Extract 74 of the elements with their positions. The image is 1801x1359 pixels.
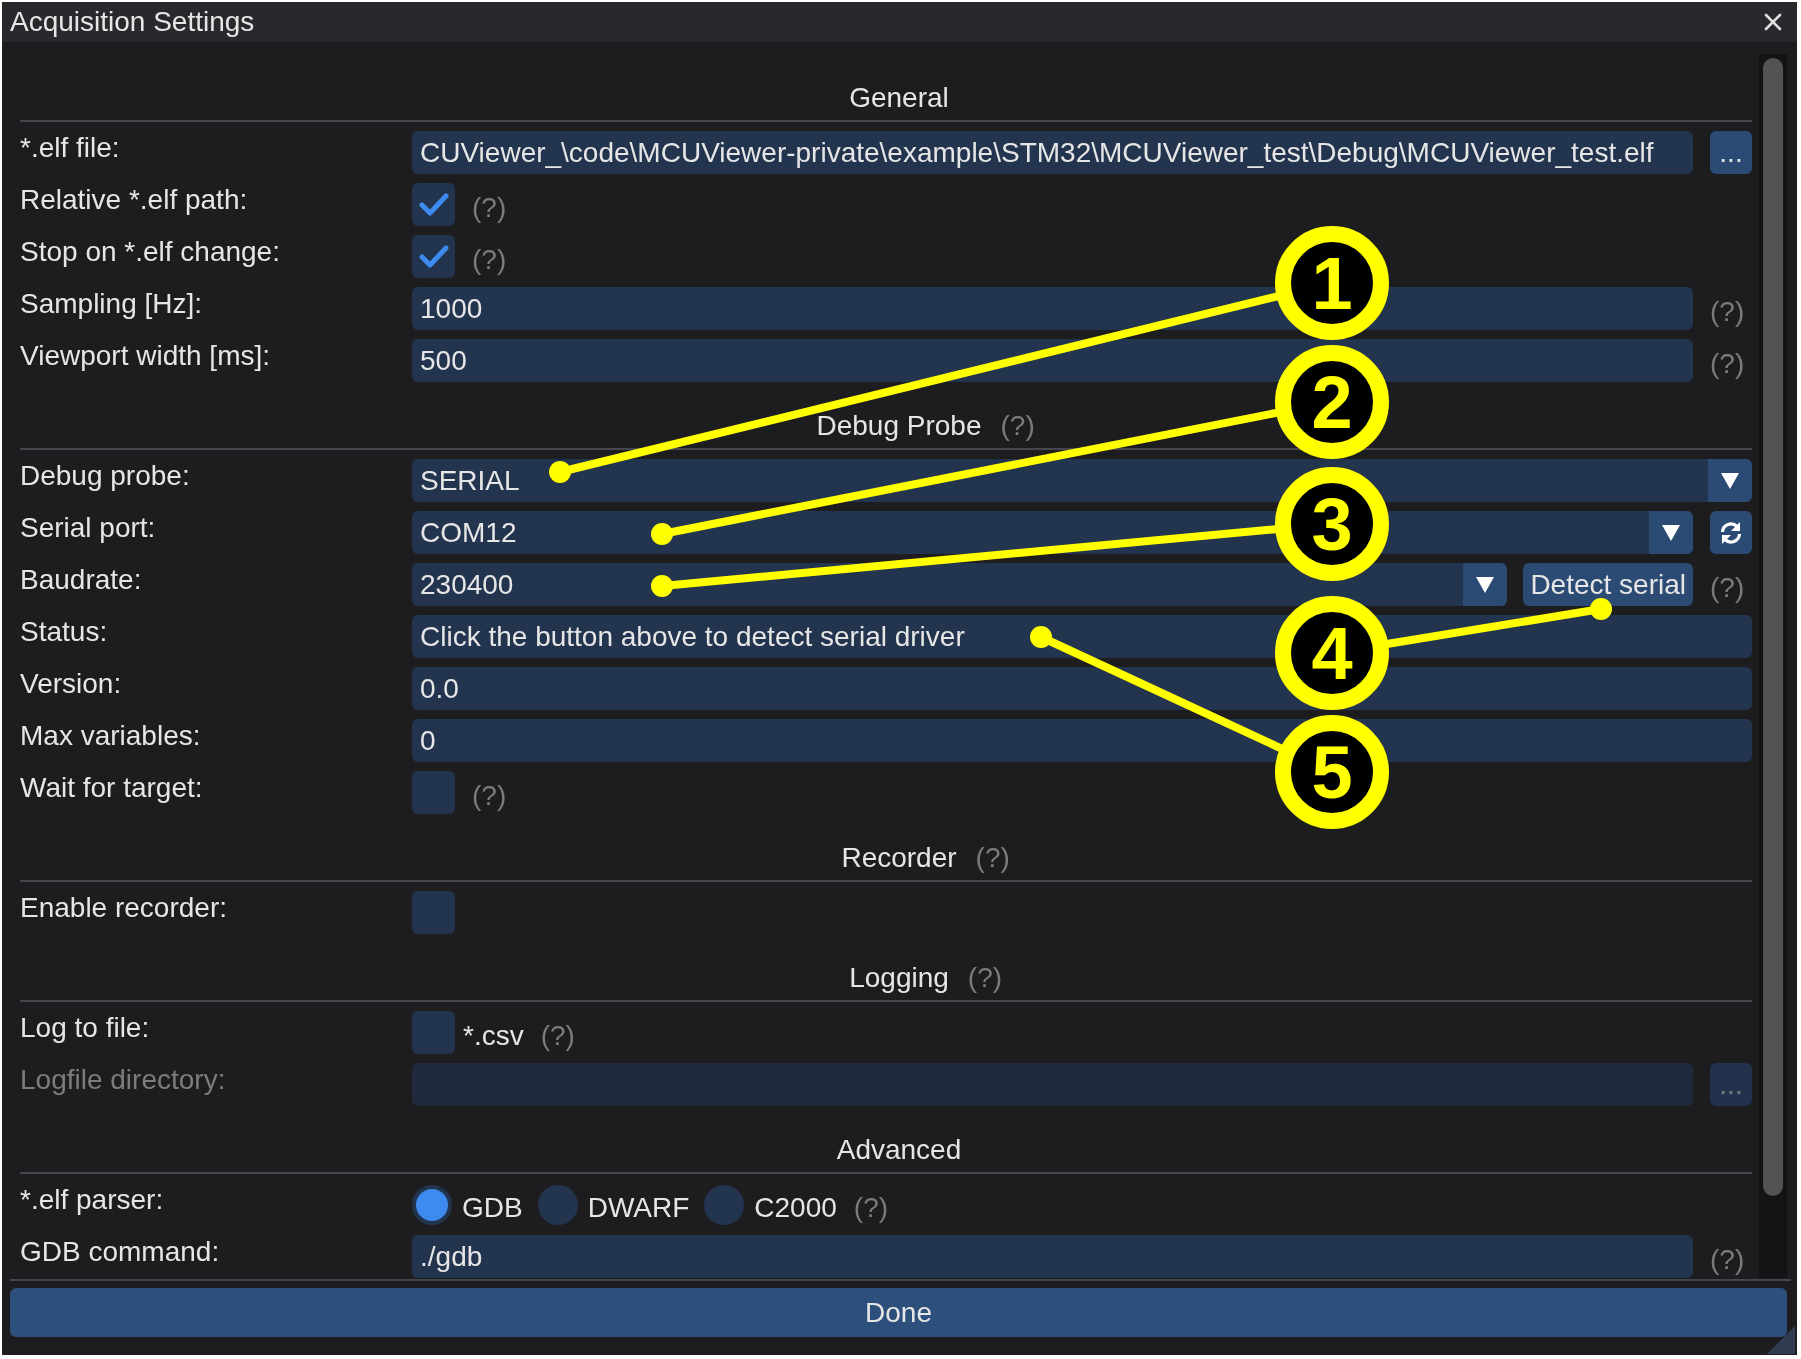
help-marker: (?) (472, 193, 507, 223)
field-label: *.elf file: (20, 131, 121, 165)
help-marker: (?) (1000, 410, 1035, 441)
close-button[interactable] (1764, 13, 1782, 31)
radio-label[interactable]: DWARF (587, 1192, 690, 1223)
refresh-button[interactable] (1710, 511, 1752, 554)
radio-label[interactable]: GDB (462, 1192, 523, 1223)
dropdown[interactable]: 230400 (412, 563, 1508, 606)
browse-button[interactable]: ... (1710, 131, 1752, 174)
section-heading: Logging (849, 961, 949, 995)
field-label: Sampling [Hz]: (20, 287, 204, 321)
radio-button[interactable] (537, 1184, 578, 1225)
radio-label[interactable]: C2000 (754, 1192, 837, 1223)
done-button[interactable]: Done (10, 1288, 1787, 1337)
scrollbar[interactable] (1759, 54, 1787, 1278)
checkbox[interactable] (412, 183, 455, 226)
field-label: Logfile directory: (20, 1063, 227, 1097)
text-field[interactable]: ./gdb (412, 1235, 1693, 1278)
help-marker: (?) (1710, 297, 1746, 327)
callout-dot-icon (651, 575, 673, 597)
field-label: Enable recorder: (20, 891, 228, 925)
section-heading: Recorder (841, 841, 957, 875)
radio-button[interactable] (412, 1184, 452, 1225)
window-title: Acquisition Settings (10, 5, 255, 39)
callout-dot-icon (549, 461, 571, 483)
help-marker: (?) (472, 245, 507, 275)
callout-badge: 5 (1275, 715, 1389, 829)
field-label: Debug probe: (20, 459, 191, 493)
help-marker: (?) (1710, 349, 1746, 379)
field-label: Relative *.elf path: (20, 183, 249, 217)
callout-badge: 1 (1275, 226, 1389, 340)
caret-icon[interactable] (1649, 511, 1693, 554)
help-marker: (?) (472, 781, 507, 811)
refresh-icon[interactable] (1718, 519, 1744, 546)
callout-dot-icon (1590, 598, 1612, 620)
field-label: Baudrate: (20, 563, 143, 597)
path-field[interactable]: CUViewer_\code\MCUViewer-private\example\STM32\MCUViewer_test\Debug\MCUViewer_test.elf (412, 131, 1693, 174)
checkbox[interactable] (412, 1011, 455, 1054)
action-button[interactable]: Detect serial (1523, 563, 1693, 606)
help-marker: (?) (1710, 573, 1746, 603)
help-marker: (?) (853, 1193, 889, 1223)
checkbox[interactable] (412, 891, 455, 934)
field-label: Wait for target: (20, 771, 204, 805)
section-heading: General (849, 81, 949, 115)
caret-icon[interactable] (1708, 459, 1752, 502)
field-label: Serial port: (20, 511, 157, 545)
field-label: *.elf parser: (20, 1183, 165, 1217)
checkbox-label[interactable]: *.csv (463, 1021, 524, 1051)
help-marker: (?) (975, 842, 1010, 873)
callout-badge: 4 (1275, 596, 1389, 710)
checkmark-icon (418, 192, 449, 217)
scrollbar-thumb[interactable] (1763, 58, 1783, 1196)
field-label: Version: (20, 667, 123, 701)
resize-grip-icon[interactable] (1767, 1326, 1795, 1354)
caret-icon[interactable] (1463, 563, 1508, 606)
checkmark-icon (418, 244, 449, 269)
help-marker: (?) (540, 1021, 575, 1051)
field-label: Max variables: (20, 719, 202, 753)
radio-button[interactable] (704, 1184, 745, 1225)
callout-badge: 3 (1275, 467, 1389, 581)
field-label: Log to file: (20, 1011, 151, 1045)
section-heading: Advanced (836, 1133, 962, 1167)
checkbox[interactable] (412, 771, 455, 814)
help-marker: (?) (1710, 1245, 1746, 1275)
field-label: Status: (20, 615, 109, 649)
checkbox[interactable] (412, 235, 455, 278)
section-heading: Debug Probe (816, 409, 982, 443)
callout-badge: 2 (1275, 345, 1389, 459)
callout-dot-icon (1030, 626, 1052, 648)
field-label: Viewport width [ms]: (20, 339, 272, 373)
help-marker: (?) (967, 962, 1003, 993)
field-label: Stop on *.elf change: (20, 235, 281, 269)
field-label: GDB command: (20, 1235, 221, 1269)
callout-dot-icon (651, 523, 673, 545)
